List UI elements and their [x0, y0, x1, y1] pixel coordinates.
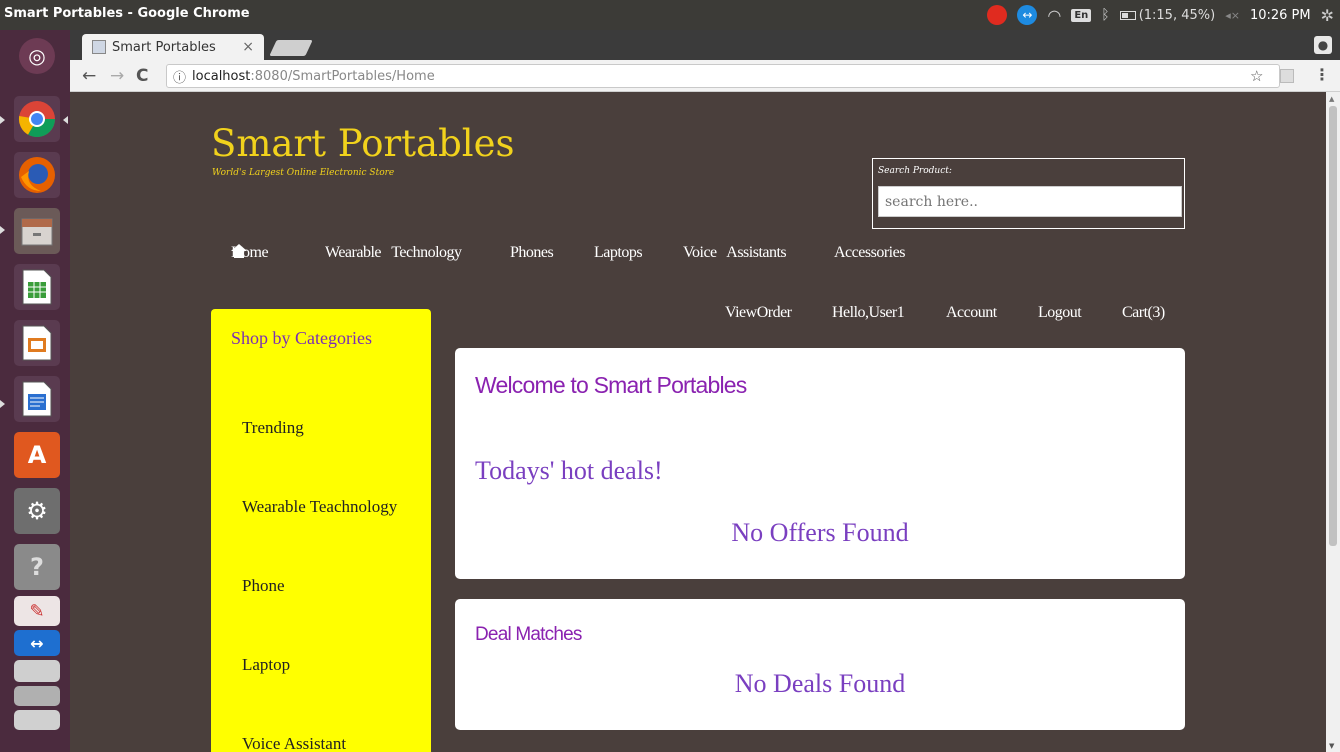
- scanner-icon[interactable]: [14, 660, 60, 682]
- os-top-panel: Smart Portables - Google Chrome ↔ ◠ En ᛒ…: [0, 0, 1340, 30]
- url-path: :8080/SmartPortables/Home: [250, 68, 435, 84]
- category-phone[interactable]: Phone: [242, 576, 285, 596]
- deal-matches-card: Deal Matches No Deals Found: [455, 599, 1185, 730]
- sidebar-title: Shop by Categories: [231, 328, 372, 348]
- forward-arrow-icon[interactable]: →: [110, 66, 124, 86]
- window-title: Smart Portables - Google Chrome: [4, 6, 250, 21]
- teamviewer-icon[interactable]: ↔: [1017, 5, 1038, 25]
- running-indicator: [0, 226, 5, 234]
- welcome-heading: Welcome to Smart Portables: [475, 372, 747, 398]
- category-laptop[interactable]: Laptop: [242, 655, 290, 675]
- page-viewport: Smart Portables World's Largest Online E…: [70, 92, 1326, 752]
- ubuntu-dash-icon[interactable]: ◎: [19, 38, 55, 74]
- category-wearable-technology[interactable]: Wearable Teachnology: [242, 497, 397, 517]
- extension-icon[interactable]: [1280, 69, 1294, 83]
- running-indicator: [0, 400, 5, 408]
- site-tagline: World's Largest Online Electronic Store: [212, 168, 395, 178]
- category-voice-assistant[interactable]: Voice Assistant: [242, 734, 346, 752]
- nav-cart[interactable]: Cart(3): [1122, 304, 1165, 322]
- text-editor-icon[interactable]: ✎: [14, 596, 60, 626]
- nav-logout[interactable]: Logout: [1038, 304, 1082, 322]
- keyboard-layout-indicator[interactable]: En: [1071, 8, 1092, 22]
- nav-wearable-technology[interactable]: Wearable Technology: [325, 244, 462, 262]
- system-tray: ↔ ◠ En ᛒ (1:15, 45%) ◂× 10:26 PM ✲: [987, 4, 1334, 26]
- search-label: Search Product:: [878, 166, 952, 176]
- record-icon[interactable]: [987, 5, 1008, 25]
- deal-matches-heading: Deal Matches: [475, 624, 582, 645]
- back-arrow-icon[interactable]: ←: [82, 66, 96, 86]
- battery-icon: [1119, 10, 1136, 20]
- workspace-switcher-icon[interactable]: [14, 686, 60, 706]
- nav-accessories[interactable]: Accessories: [834, 244, 905, 262]
- libreoffice-calc-icon[interactable]: [14, 264, 60, 310]
- battery-indicator[interactable]: (1:15, 45%): [1119, 7, 1216, 23]
- libreoffice-writer-icon[interactable]: [14, 376, 60, 422]
- bluetooth-icon[interactable]: ᛒ: [1101, 7, 1109, 23]
- category-trending[interactable]: Trending: [242, 418, 304, 438]
- help-icon[interactable]: ?: [14, 544, 60, 590]
- libreoffice-impress-icon[interactable]: [14, 320, 60, 366]
- system-settings-icon[interactable]: ⚙: [14, 488, 60, 534]
- scroll-up-icon[interactable]: ▲: [1329, 95, 1334, 103]
- chrome-menu-icon[interactable]: ⋮: [1314, 65, 1330, 84]
- scrollbar-thumb[interactable]: [1329, 106, 1337, 546]
- address-bar[interactable]: ⓘ localhost:8080/SmartPortables/Home: [166, 64, 1280, 88]
- site-title[interactable]: Smart Portables: [211, 125, 515, 162]
- nav-laptops[interactable]: Laptops: [594, 244, 643, 262]
- tab-title: Smart Portables: [112, 39, 216, 55]
- battery-text: (1:15, 45%): [1138, 7, 1216, 23]
- nav-hello-user[interactable]: Hello,User1: [832, 304, 905, 322]
- nav-voice-assistants[interactable]: Voice Assistants: [683, 244, 787, 262]
- ubuntu-launcher: ◎ A ⚙ ? ✎ ↔: [0, 30, 70, 752]
- hot-deals-heading: Todays' hot deals!: [475, 456, 663, 485]
- clock[interactable]: 10:26 PM: [1250, 8, 1311, 23]
- profile-icon[interactable]: ●: [1314, 36, 1332, 54]
- nav-account[interactable]: Account: [946, 304, 997, 322]
- wifi-icon[interactable]: ◠: [1047, 6, 1061, 25]
- running-indicator: [0, 116, 5, 124]
- settings-gear-icon[interactable]: ✲: [1321, 6, 1334, 25]
- categories-sidebar: Shop by Categories Trending Wearable Tea…: [211, 309, 431, 752]
- nav-phones[interactable]: Phones: [510, 244, 554, 262]
- software-center-icon[interactable]: A: [14, 432, 60, 478]
- firefox-icon[interactable]: [14, 152, 60, 198]
- teamviewer-launcher-icon[interactable]: ↔: [14, 630, 60, 656]
- files-icon[interactable]: [14, 208, 60, 254]
- welcome-card: Welcome to Smart Portables Todays' hot d…: [455, 348, 1185, 579]
- favicon-icon: [92, 40, 106, 54]
- url-host: localhost: [192, 68, 251, 84]
- nav-view-order[interactable]: ViewOrder: [725, 304, 792, 322]
- reload-icon[interactable]: C: [136, 66, 148, 86]
- chrome-icon[interactable]: [14, 96, 60, 142]
- nav-home-label: Home: [231, 244, 269, 261]
- focused-indicator: [63, 116, 68, 124]
- browser-tab-strip: Smart Portables × ●: [70, 30, 1340, 60]
- browser-tab[interactable]: Smart Portables ×: [82, 34, 264, 60]
- no-offers-message: No Offers Found: [731, 518, 909, 547]
- no-deals-message: No Deals Found: [734, 669, 906, 698]
- search-input[interactable]: [878, 186, 1182, 217]
- new-tab-button[interactable]: [269, 40, 313, 56]
- search-product-box: Search Product:: [872, 158, 1185, 229]
- browser-toolbar: ← → C ⓘ localhost:8080/SmartPortables/Ho…: [70, 60, 1340, 92]
- info-icon[interactable]: ⓘ: [173, 67, 186, 86]
- bookmark-star-icon[interactable]: ☆: [1250, 67, 1263, 85]
- trash-icon[interactable]: [14, 710, 60, 730]
- scroll-down-icon[interactable]: ▼: [1329, 742, 1334, 750]
- volume-muted-icon[interactable]: ◂×: [1225, 9, 1240, 22]
- page-scrollbar[interactable]: ▲ ▼: [1326, 92, 1340, 752]
- close-tab-icon[interactable]: ×: [242, 39, 254, 55]
